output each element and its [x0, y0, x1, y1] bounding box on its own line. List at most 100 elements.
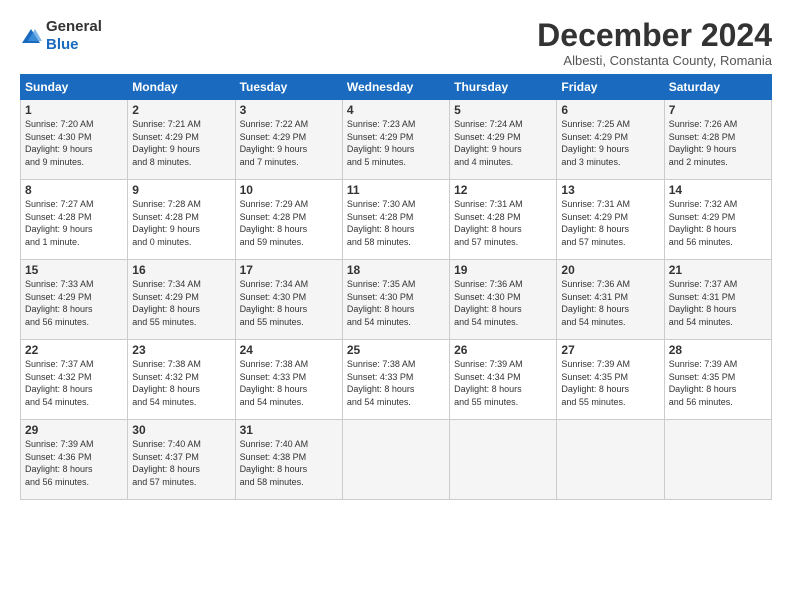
day-number: 13	[561, 183, 659, 197]
col-thursday: Thursday	[450, 75, 557, 100]
table-cell: 7Sunrise: 7:26 AM Sunset: 4:28 PM Daylig…	[664, 100, 771, 180]
col-friday: Friday	[557, 75, 664, 100]
logo-icon	[20, 27, 42, 45]
table-cell: 20Sunrise: 7:36 AM Sunset: 4:31 PM Dayli…	[557, 260, 664, 340]
calendar-table: Sunday Monday Tuesday Wednesday Thursday…	[20, 74, 772, 500]
table-cell	[557, 420, 664, 500]
table-cell: 16Sunrise: 7:34 AM Sunset: 4:29 PM Dayli…	[128, 260, 235, 340]
day-info: Sunrise: 7:23 AM Sunset: 4:29 PM Dayligh…	[347, 118, 445, 168]
day-number: 12	[454, 183, 552, 197]
table-cell: 4Sunrise: 7:23 AM Sunset: 4:29 PM Daylig…	[342, 100, 449, 180]
header: General Blue December 2024 Albesti, Cons…	[20, 18, 772, 68]
table-cell: 23Sunrise: 7:38 AM Sunset: 4:32 PM Dayli…	[128, 340, 235, 420]
table-cell: 5Sunrise: 7:24 AM Sunset: 4:29 PM Daylig…	[450, 100, 557, 180]
day-info: Sunrise: 7:33 AM Sunset: 4:29 PM Dayligh…	[25, 278, 123, 328]
day-info: Sunrise: 7:28 AM Sunset: 4:28 PM Dayligh…	[132, 198, 230, 248]
day-info: Sunrise: 7:24 AM Sunset: 4:29 PM Dayligh…	[454, 118, 552, 168]
day-info: Sunrise: 7:27 AM Sunset: 4:28 PM Dayligh…	[25, 198, 123, 248]
day-number: 8	[25, 183, 123, 197]
day-info: Sunrise: 7:39 AM Sunset: 4:34 PM Dayligh…	[454, 358, 552, 408]
day-info: Sunrise: 7:20 AM Sunset: 4:30 PM Dayligh…	[25, 118, 123, 168]
table-cell: 17Sunrise: 7:34 AM Sunset: 4:30 PM Dayli…	[235, 260, 342, 340]
table-row: 29Sunrise: 7:39 AM Sunset: 4:36 PM Dayli…	[21, 420, 772, 500]
day-number: 27	[561, 343, 659, 357]
table-cell: 11Sunrise: 7:30 AM Sunset: 4:28 PM Dayli…	[342, 180, 449, 260]
table-cell: 30Sunrise: 7:40 AM Sunset: 4:37 PM Dayli…	[128, 420, 235, 500]
table-cell	[450, 420, 557, 500]
header-row: Sunday Monday Tuesday Wednesday Thursday…	[21, 75, 772, 100]
table-cell	[664, 420, 771, 500]
logo: General Blue	[20, 18, 102, 54]
table-cell: 28Sunrise: 7:39 AM Sunset: 4:35 PM Dayli…	[664, 340, 771, 420]
table-cell: 10Sunrise: 7:29 AM Sunset: 4:28 PM Dayli…	[235, 180, 342, 260]
table-cell: 19Sunrise: 7:36 AM Sunset: 4:30 PM Dayli…	[450, 260, 557, 340]
table-cell: 25Sunrise: 7:38 AM Sunset: 4:33 PM Dayli…	[342, 340, 449, 420]
day-number: 21	[669, 263, 767, 277]
day-number: 25	[347, 343, 445, 357]
table-cell: 9Sunrise: 7:28 AM Sunset: 4:28 PM Daylig…	[128, 180, 235, 260]
day-number: 15	[25, 263, 123, 277]
table-cell: 8Sunrise: 7:27 AM Sunset: 4:28 PM Daylig…	[21, 180, 128, 260]
day-number: 14	[669, 183, 767, 197]
day-info: Sunrise: 7:31 AM Sunset: 4:28 PM Dayligh…	[454, 198, 552, 248]
table-row: 22Sunrise: 7:37 AM Sunset: 4:32 PM Dayli…	[21, 340, 772, 420]
day-number: 30	[132, 423, 230, 437]
table-cell: 26Sunrise: 7:39 AM Sunset: 4:34 PM Dayli…	[450, 340, 557, 420]
col-wednesday: Wednesday	[342, 75, 449, 100]
day-info: Sunrise: 7:32 AM Sunset: 4:29 PM Dayligh…	[669, 198, 767, 248]
day-info: Sunrise: 7:40 AM Sunset: 4:37 PM Dayligh…	[132, 438, 230, 488]
table-cell: 2Sunrise: 7:21 AM Sunset: 4:29 PM Daylig…	[128, 100, 235, 180]
day-info: Sunrise: 7:34 AM Sunset: 4:29 PM Dayligh…	[132, 278, 230, 328]
day-info: Sunrise: 7:37 AM Sunset: 4:32 PM Dayligh…	[25, 358, 123, 408]
day-info: Sunrise: 7:34 AM Sunset: 4:30 PM Dayligh…	[240, 278, 338, 328]
table-cell: 6Sunrise: 7:25 AM Sunset: 4:29 PM Daylig…	[557, 100, 664, 180]
day-info: Sunrise: 7:21 AM Sunset: 4:29 PM Dayligh…	[132, 118, 230, 168]
day-number: 5	[454, 103, 552, 117]
table-cell: 1Sunrise: 7:20 AM Sunset: 4:30 PM Daylig…	[21, 100, 128, 180]
table-cell: 22Sunrise: 7:37 AM Sunset: 4:32 PM Dayli…	[21, 340, 128, 420]
day-number: 2	[132, 103, 230, 117]
day-info: Sunrise: 7:31 AM Sunset: 4:29 PM Dayligh…	[561, 198, 659, 248]
day-info: Sunrise: 7:26 AM Sunset: 4:28 PM Dayligh…	[669, 118, 767, 168]
day-info: Sunrise: 7:35 AM Sunset: 4:30 PM Dayligh…	[347, 278, 445, 328]
day-info: Sunrise: 7:36 AM Sunset: 4:31 PM Dayligh…	[561, 278, 659, 328]
day-number: 10	[240, 183, 338, 197]
day-number: 31	[240, 423, 338, 437]
table-row: 8Sunrise: 7:27 AM Sunset: 4:28 PM Daylig…	[21, 180, 772, 260]
table-cell: 12Sunrise: 7:31 AM Sunset: 4:28 PM Dayli…	[450, 180, 557, 260]
day-number: 17	[240, 263, 338, 277]
day-info: Sunrise: 7:25 AM Sunset: 4:29 PM Dayligh…	[561, 118, 659, 168]
month-title: December 2024	[537, 18, 772, 53]
table-row: 1Sunrise: 7:20 AM Sunset: 4:30 PM Daylig…	[21, 100, 772, 180]
col-tuesday: Tuesday	[235, 75, 342, 100]
day-number: 24	[240, 343, 338, 357]
day-number: 7	[669, 103, 767, 117]
col-sunday: Sunday	[21, 75, 128, 100]
day-number: 9	[132, 183, 230, 197]
day-number: 26	[454, 343, 552, 357]
day-number: 11	[347, 183, 445, 197]
title-block: December 2024 Albesti, Constanta County,…	[537, 18, 772, 68]
day-number: 3	[240, 103, 338, 117]
col-saturday: Saturday	[664, 75, 771, 100]
day-info: Sunrise: 7:30 AM Sunset: 4:28 PM Dayligh…	[347, 198, 445, 248]
day-number: 18	[347, 263, 445, 277]
day-number: 6	[561, 103, 659, 117]
day-info: Sunrise: 7:38 AM Sunset: 4:32 PM Dayligh…	[132, 358, 230, 408]
table-row: 15Sunrise: 7:33 AM Sunset: 4:29 PM Dayli…	[21, 260, 772, 340]
table-cell: 13Sunrise: 7:31 AM Sunset: 4:29 PM Dayli…	[557, 180, 664, 260]
table-cell: 27Sunrise: 7:39 AM Sunset: 4:35 PM Dayli…	[557, 340, 664, 420]
calendar-page: General Blue December 2024 Albesti, Cons…	[0, 0, 792, 510]
day-number: 22	[25, 343, 123, 357]
logo-general: General	[46, 18, 102, 35]
table-cell: 3Sunrise: 7:22 AM Sunset: 4:29 PM Daylig…	[235, 100, 342, 180]
subtitle: Albesti, Constanta County, Romania	[537, 53, 772, 68]
day-number: 16	[132, 263, 230, 277]
day-info: Sunrise: 7:38 AM Sunset: 4:33 PM Dayligh…	[240, 358, 338, 408]
day-info: Sunrise: 7:36 AM Sunset: 4:30 PM Dayligh…	[454, 278, 552, 328]
day-number: 29	[25, 423, 123, 437]
table-cell: 29Sunrise: 7:39 AM Sunset: 4:36 PM Dayli…	[21, 420, 128, 500]
table-cell: 15Sunrise: 7:33 AM Sunset: 4:29 PM Dayli…	[21, 260, 128, 340]
day-info: Sunrise: 7:39 AM Sunset: 4:36 PM Dayligh…	[25, 438, 123, 488]
table-cell: 24Sunrise: 7:38 AM Sunset: 4:33 PM Dayli…	[235, 340, 342, 420]
